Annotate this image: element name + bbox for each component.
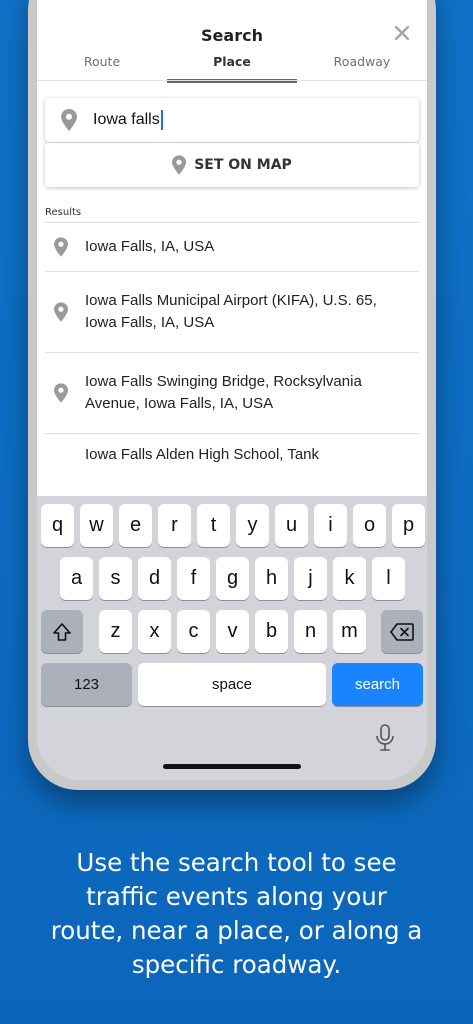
key-p[interactable]: p	[392, 504, 425, 547]
home-indicator	[163, 764, 301, 769]
tab-route[interactable]: Route	[37, 52, 167, 82]
key-t[interactable]: t	[197, 504, 230, 547]
key-b[interactable]: b	[255, 610, 288, 653]
promo-screen: Search Route Place Roadway Iowa falls SE…	[0, 0, 473, 1024]
result-title: Iowa Falls Swinging Bridge, Rocksylvania	[85, 373, 362, 390]
map-pin-icon	[45, 237, 77, 257]
results-list: Iowa Falls, IA, USA Iowa Falls Municipal…	[45, 222, 419, 484]
key-f[interactable]: f	[177, 557, 210, 600]
space-key[interactable]: space	[138, 663, 326, 706]
map-pin-icon	[45, 302, 77, 322]
result-title: Iowa Falls Alden High School, Tank	[85, 446, 320, 463]
text-cursor	[160, 110, 163, 130]
list-item[interactable]: Iowa Falls Municipal Airport (KIFA), U.S…	[45, 271, 419, 352]
tab-place[interactable]: Place	[167, 52, 297, 83]
on-screen-keyboard: q w e r t y u i o p a s d f g h j k l z …	[37, 496, 427, 780]
shift-key[interactable]	[41, 610, 83, 653]
map-pin-icon	[45, 383, 77, 403]
key-a[interactable]: a	[60, 557, 93, 600]
tab-roadway[interactable]: Roadway	[297, 52, 427, 82]
key-q[interactable]: q	[41, 504, 74, 547]
set-on-map-label: SET ON MAP	[194, 157, 292, 173]
key-m[interactable]: m	[333, 610, 366, 653]
key-n[interactable]: n	[294, 610, 327, 653]
key-i[interactable]: i	[314, 504, 347, 547]
list-item[interactable]: Iowa Falls, IA, USA	[45, 222, 419, 271]
caption-line: route, near a place, or along a	[50, 916, 423, 945]
key-s[interactable]: s	[99, 557, 132, 600]
key-r[interactable]: r	[158, 504, 191, 547]
map-pin-icon	[172, 155, 187, 175]
key-w[interactable]: w	[80, 504, 113, 547]
numbers-key[interactable]: 123	[41, 663, 132, 706]
key-h[interactable]: h	[255, 557, 288, 600]
tab-divider	[37, 80, 427, 81]
caption-line: Use the search tool to see	[76, 848, 397, 877]
backspace-icon	[390, 622, 414, 641]
list-item[interactable]: Iowa Falls Alden High School, Tank	[45, 433, 419, 484]
tab-bar: Route Place Roadway	[37, 52, 427, 83]
phone-screen: Search Route Place Roadway Iowa falls SE…	[37, 0, 427, 780]
key-j[interactable]: j	[294, 557, 327, 600]
key-u[interactable]: u	[275, 504, 308, 547]
caption-line: specific roadway.	[131, 950, 342, 979]
key-v[interactable]: v	[216, 610, 249, 653]
map-pin-icon	[45, 109, 93, 131]
shift-icon	[53, 622, 71, 641]
key-o[interactable]: o	[353, 504, 386, 547]
result-title: Iowa Falls Municipal Airport (KIFA), U.S…	[85, 292, 377, 309]
close-icon[interactable]	[391, 22, 413, 44]
search-key[interactable]: search	[332, 663, 423, 706]
backspace-key[interactable]	[381, 610, 423, 653]
key-g[interactable]: g	[216, 557, 249, 600]
list-item[interactable]: Iowa Falls Swinging Bridge, Rocksylvania…	[45, 352, 419, 433]
key-y[interactable]: y	[236, 504, 269, 547]
key-e[interactable]: e	[119, 504, 152, 547]
key-c[interactable]: c	[177, 610, 210, 653]
set-on-map-button[interactable]: SET ON MAP	[45, 143, 419, 187]
search-input[interactable]: Iowa falls	[45, 98, 419, 142]
key-k[interactable]: k	[333, 557, 366, 600]
page-title: Search	[201, 26, 263, 45]
microphone-icon[interactable]	[375, 724, 395, 756]
results-label: Results	[45, 207, 82, 218]
key-x[interactable]: x	[138, 610, 171, 653]
result-title: Iowa Falls, IA, USA	[85, 238, 215, 255]
key-l[interactable]: l	[372, 557, 405, 600]
result-subtitle: Avenue, Iowa Falls, IA, USA	[85, 395, 274, 412]
key-d[interactable]: d	[138, 557, 171, 600]
promo-caption: Use the search tool to see traffic event…	[20, 846, 453, 982]
caption-line: traffic events along your	[86, 882, 387, 911]
result-subtitle: Iowa Falls, IA, USA	[85, 314, 215, 331]
search-value: Iowa falls	[93, 111, 160, 128]
key-z[interactable]: z	[99, 610, 132, 653]
